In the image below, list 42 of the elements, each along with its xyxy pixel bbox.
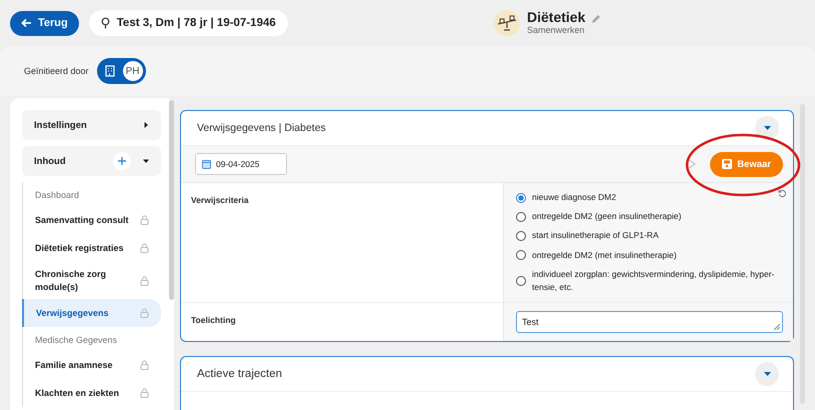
section-label: Instellingen	[34, 120, 88, 130]
section-label: Inhoud	[34, 156, 67, 166]
radio-option[interactable]: nieuwe diagnose DM2	[516, 191, 783, 204]
collapse-icon[interactable]	[755, 362, 779, 386]
sidebar-item[interactable]: Diëtetiek registraties	[23, 234, 161, 262]
scrollbar[interactable]	[800, 104, 805, 404]
seesaw-icon	[493, 9, 521, 37]
initiator-toggle[interactable]: PH	[96, 58, 146, 84]
back-button[interactable]: Terug	[10, 10, 79, 36]
date-field[interactable]: 09-04-2025	[195, 153, 287, 175]
sidebar-item[interactable]: Chronische zorg module(s)	[23, 262, 161, 300]
calendar-icon	[202, 159, 211, 169]
card-title: Actieve trajecten	[197, 368, 282, 380]
collapse-icon[interactable]	[755, 116, 779, 140]
resize-handle-icon[interactable]	[774, 324, 780, 330]
plus-icon[interactable]	[113, 152, 131, 170]
sidebar-item[interactable]: Klachten en ziekten	[23, 379, 161, 408]
sidebar-item[interactable]: Verwijsgegevens	[22, 299, 161, 328]
field-label: Verwijscriteria	[191, 195, 249, 205]
field-label: Toelichting	[191, 315, 236, 326]
patient-chip: Test 3, Dm | 78 jr | 19-07-1946	[88, 10, 288, 36]
module-subtitle: Samenwerken	[527, 25, 586, 35]
pin-icon	[100, 17, 110, 29]
group-label: Medische Gegevens	[34, 334, 118, 348]
arrow-left-icon	[21, 18, 32, 28]
radio-option[interactable]: ontregelde DM2 (met insulinetherapie)	[516, 248, 783, 262]
comment-field[interactable]: Test	[516, 311, 783, 334]
radio-option[interactable]: ontregelde DM2 (geen insulinetherapie)	[516, 210, 783, 224]
floppy-icon	[722, 159, 732, 169]
sidebar-item[interactable]: Familie anamnese	[23, 351, 161, 380]
initials-option[interactable]: PH	[122, 61, 143, 81]
group-label: Dashboard	[34, 189, 80, 202]
undo-icon[interactable]	[778, 189, 787, 198]
sidebar-section[interactable]: Inhoud	[22, 146, 161, 176]
radio-option[interactable]: start insulinetherapie of GLP1-RA	[516, 229, 783, 243]
sidebar-section[interactable]: Instellingen	[22, 110, 161, 140]
module-title: Diëtetiek	[527, 9, 586, 25]
card-title: Verwijsgegevens | Diabetes	[197, 122, 326, 134]
initiated-by-label: Geïnitieerd door	[24, 66, 89, 76]
sidebar-item[interactable]: Samenvatting consult	[23, 206, 161, 234]
radio-option[interactable]: individueel zorgplan: gewichtsvermindering, dyslipidemie, hyper-tensie, etc.	[516, 268, 783, 294]
scrollbar[interactable]	[169, 100, 174, 300]
